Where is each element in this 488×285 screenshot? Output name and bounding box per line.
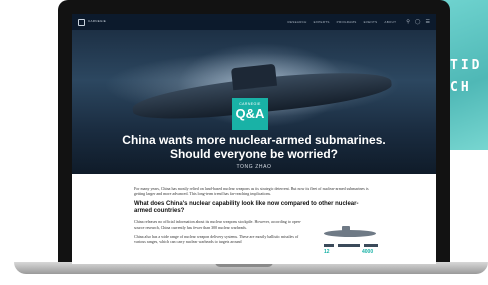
hero-banner: CARNEGIE Q&A China wants more nuclear-ar… — [72, 30, 436, 174]
globe-icon[interactable]: ◯ — [415, 19, 421, 25]
article-headline: China wants more nuclear-armed submarine… — [122, 133, 386, 161]
submarine-infographic: 12 4000 — [320, 222, 382, 258]
logo-text: CARNEGIE — [88, 19, 107, 24]
nav-item-experts[interactable]: EXPERTS — [314, 20, 330, 24]
question-heading: What does China's nuclear capability loo… — [134, 201, 359, 215]
nav-item-events[interactable]: EVENTS — [364, 20, 378, 24]
logo-mark-icon — [78, 18, 85, 26]
nav-item-programs[interactable]: PROGRAMS — [337, 20, 357, 24]
infographic-bar-right — [364, 244, 378, 247]
article-intro: For many years, China has mostly relied … — [134, 186, 369, 197]
infographic-value-right: 4000 — [362, 249, 374, 255]
laptop-screen: CARNEGIE RESEARCH EXPERTS PROGRAMS EVENT… — [72, 14, 436, 264]
site-nav: CARNEGIE RESEARCH EXPERTS PROGRAMS EVENT… — [72, 14, 436, 30]
infographic-bar-left — [324, 244, 334, 247]
menu-icon[interactable]: ☰ — [426, 19, 430, 25]
nav-icons: ⚲ ◯ ☰ — [406, 19, 430, 25]
article-paragraph-1: China releases no official information a… — [134, 219, 301, 230]
infographic-value-left: 12 — [324, 249, 330, 255]
site-logo[interactable]: CARNEGIE — [78, 18, 198, 26]
search-icon[interactable]: ⚲ — [406, 19, 410, 25]
nav-item-about[interactable]: ABOUT — [384, 20, 396, 24]
infographic-bar-middle — [338, 244, 360, 247]
infographic-submarine-icon — [324, 230, 376, 237]
book-cover-text: TID CH — [450, 58, 483, 95]
submarine-tower-image — [230, 63, 278, 91]
nav-item-research[interactable]: RESEARCH — [288, 20, 307, 24]
badge-big-text: Q&A — [235, 106, 265, 121]
article-byline[interactable]: TONG ZHAO — [72, 164, 436, 170]
qa-badge: CARNEGIE Q&A — [232, 98, 268, 130]
nav-menu: RESEARCH EXPERTS PROGRAMS EVENTS ABOUT — [288, 20, 397, 24]
article-paragraph-2: China also has a wide range of nuclear w… — [134, 233, 299, 245]
